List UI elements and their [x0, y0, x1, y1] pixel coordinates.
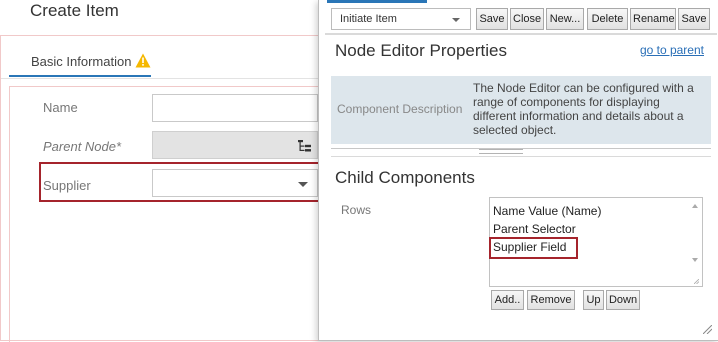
active-tab-indicator	[327, 0, 427, 3]
rename-button[interactable]: Rename	[630, 8, 676, 30]
page-title: Create Item	[30, 1, 119, 20]
create-item-form: Basic Information Name Parent Node* Supp…	[0, 35, 331, 342]
resize-grip-icon[interactable]	[694, 279, 699, 284]
delete-button[interactable]: Delete	[587, 8, 628, 30]
form-body: Name Parent Node* Supplier	[9, 86, 331, 342]
save-button[interactable]: Save	[476, 8, 508, 30]
child-components-title: Child Components	[335, 168, 475, 187]
name-input[interactable]	[152, 94, 318, 122]
description-text: The Node Editor can be configured with a…	[473, 81, 694, 137]
list-item[interactable]: Name Value (Name)	[493, 204, 601, 218]
splitter-line-lower	[331, 156, 711, 157]
toolbar-divider	[325, 33, 717, 35]
supplier-field-highlight	[489, 237, 578, 259]
chevron-down-icon	[452, 18, 460, 22]
tab-divider	[1, 78, 331, 79]
description-label: Component Description	[337, 102, 463, 116]
tab-label: Basic Information	[31, 54, 132, 69]
list-scrollbar[interactable]	[688, 198, 702, 286]
node-editor-title: Node Editor Properties	[335, 41, 507, 60]
go-to-parent-link[interactable]: go to parent	[640, 43, 704, 57]
parent-node-label: Parent Node*	[43, 139, 122, 154]
rows-label: Rows	[341, 203, 372, 217]
scroll-up-icon[interactable]	[692, 204, 698, 208]
item-type-select[interactable]: Initiate Item	[331, 8, 471, 30]
tree-icon[interactable]	[298, 139, 312, 153]
scroll-down-icon[interactable]	[692, 258, 698, 262]
up-button[interactable]: Up	[583, 290, 604, 310]
supplier-highlight	[39, 162, 321, 202]
remove-button[interactable]: Remove	[527, 290, 575, 310]
node-editor-panel: Initiate Item Save Close New... Delete R…	[318, 0, 718, 341]
save-alt-button[interactable]: Save	[678, 8, 710, 30]
new-button[interactable]: New...	[546, 8, 584, 30]
warning-icon	[135, 53, 151, 68]
item-type-value: Initiate Item	[340, 13, 397, 25]
close-button[interactable]: Close	[510, 8, 544, 30]
tab-basic-information[interactable]: Basic Information	[9, 46, 151, 77]
component-description: Component Description The Node Editor ca…	[331, 76, 711, 144]
list-item[interactable]: Parent Selector	[493, 222, 576, 236]
parent-node-input[interactable]	[152, 131, 318, 159]
splitter-handle[interactable]	[479, 149, 523, 154]
resize-grip-icon[interactable]	[703, 325, 712, 334]
name-label: Name	[43, 100, 78, 115]
down-button[interactable]: Down	[606, 290, 640, 310]
add-button[interactable]: Add..	[491, 290, 524, 310]
